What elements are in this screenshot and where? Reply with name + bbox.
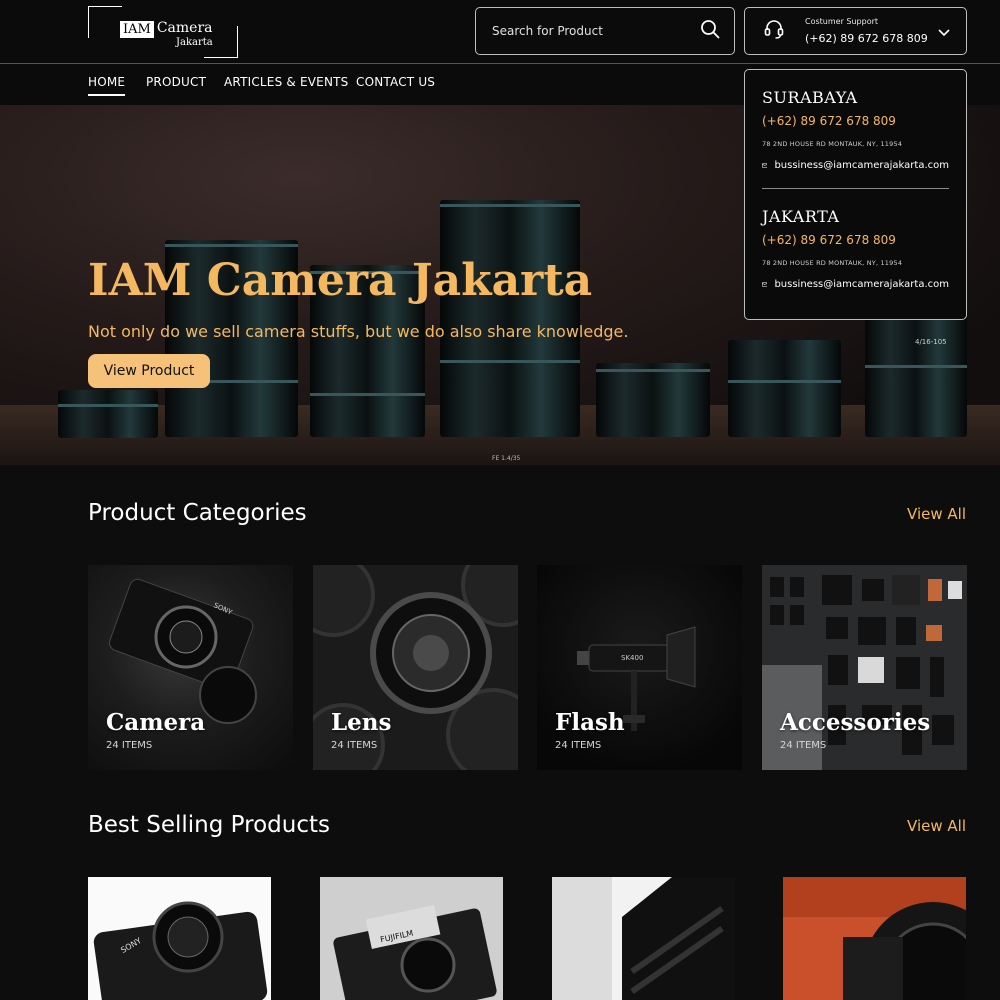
category-title: Lens — [331, 709, 392, 736]
logo-iam: IAM — [120, 21, 154, 38]
branch-divider — [762, 188, 949, 189]
flash-brand-mark: SK400 — [621, 654, 644, 662]
mail-icon — [762, 163, 768, 168]
product-card[interactable] — [552, 877, 735, 1000]
product-card[interactable] — [783, 877, 966, 1000]
product-camera-image — [93, 901, 268, 1000]
branch-name: SURABAYA — [762, 88, 858, 107]
chevron-down-icon[interactable] — [938, 22, 950, 41]
lens-engraving: 4/16-105 — [915, 338, 947, 346]
branch-surabaya: SURABAYA (+62) 89 672 678 809 78 2ND HOU… — [762, 88, 949, 171]
search-icon[interactable] — [700, 19, 720, 43]
product-lens-image — [783, 877, 966, 1000]
search-input[interactable] — [492, 24, 682, 38]
lens-engraving: FE 1.4/35 — [492, 455, 521, 462]
product-lens-image — [552, 877, 735, 1000]
best-selling-title: Best Selling Products — [88, 812, 330, 838]
branch-email: bussiness@iamcamerajakarta.com — [774, 279, 949, 290]
logo-frame-top-left — [88, 6, 122, 38]
mail-icon — [762, 282, 768, 287]
lens-image — [596, 363, 710, 437]
category-title: Flash — [555, 709, 625, 736]
hero-title: IAM Camera Jakarta — [88, 255, 593, 306]
lens-image: FE 1.4/35 — [440, 200, 580, 462]
categories-view-all-link[interactable]: View All — [907, 505, 966, 523]
support-info: Costumer Support (+62) 89 672 678 809 — [805, 17, 938, 45]
support-dropdown: SURABAYA (+62) 89 672 678 809 78 2ND HOU… — [744, 69, 967, 320]
category-card-flash[interactable]: SK400 Flash 24 ITEMS — [537, 565, 742, 770]
branch-phone[interactable]: (+62) 89 672 678 809 — [762, 233, 949, 247]
category-count: 24 ITEMS — [555, 740, 602, 751]
branch-email-link[interactable]: bussiness@iamcamerajakarta.com — [762, 160, 949, 171]
categories-title: Product Categories — [88, 500, 307, 526]
category-title: Camera — [106, 709, 206, 736]
product-camera-image — [333, 905, 497, 1000]
logo-city: Jakarta — [176, 37, 213, 48]
branch-address: 78 2ND HOUSE RD MONTAUK, NY, 11954 — [762, 259, 903, 267]
category-card-accessories[interactable]: Accessories 24 ITEMS — [762, 565, 967, 770]
logo-camera: Camera — [156, 20, 213, 36]
headset-icon — [763, 18, 785, 44]
hero-subtitle: Not only do we sell camera stuffs, but w… — [88, 322, 629, 341]
nav-home[interactable]: HOME — [88, 75, 126, 96]
best-selling-view-all-link[interactable]: View All — [907, 817, 966, 835]
product-card[interactable]: SONY — [88, 877, 271, 1000]
view-product-button[interactable]: View Product — [88, 354, 210, 388]
customer-support-toggle[interactable]: Costumer Support (+62) 89 672 678 809 — [744, 7, 967, 55]
branch-phone[interactable]: (+62) 89 672 678 809 — [762, 114, 949, 128]
support-label: Costumer Support — [805, 17, 879, 26]
top-header: IAM Camera Jakarta Costumer Support (+62… — [0, 0, 1000, 64]
category-title: Accessories — [780, 709, 931, 736]
category-count: 24 ITEMS — [106, 740, 153, 751]
lens-image — [728, 340, 841, 437]
category-count: 24 ITEMS — [331, 740, 378, 751]
branch-jakarta: JAKARTA (+62) 89 672 678 809 78 2ND HOUS… — [762, 207, 949, 290]
nav-product[interactable]: PRODUCT — [146, 75, 206, 89]
category-card-camera[interactable]: SONY Camera 24 ITEMS — [88, 565, 293, 770]
branch-address: 78 2ND HOUSE RD MONTAUK, NY, 11954 — [762, 140, 903, 148]
logo-wordmark: IAM Camera — [120, 21, 213, 38]
search-box — [475, 7, 735, 55]
category-card-lens[interactable]: Lens 24 ITEMS — [313, 565, 518, 770]
branch-name: JAKARTA — [762, 207, 840, 226]
nav-contact-us[interactable]: CONTACT US — [356, 75, 435, 89]
support-phone: (+62) 89 672 678 809 — [805, 32, 928, 45]
product-card[interactable]: FUJIFILM — [320, 877, 503, 1000]
branch-email-link[interactable]: bussiness@iamcamerajakarta.com — [762, 279, 949, 290]
branch-email: bussiness@iamcamerajakarta.com — [774, 160, 949, 171]
site-logo[interactable]: IAM Camera Jakarta — [88, 6, 238, 58]
category-count: 24 ITEMS — [780, 740, 827, 751]
nav-articles-events[interactable]: ARTICLES & EVENTS — [224, 75, 349, 89]
lens-image — [58, 390, 158, 438]
